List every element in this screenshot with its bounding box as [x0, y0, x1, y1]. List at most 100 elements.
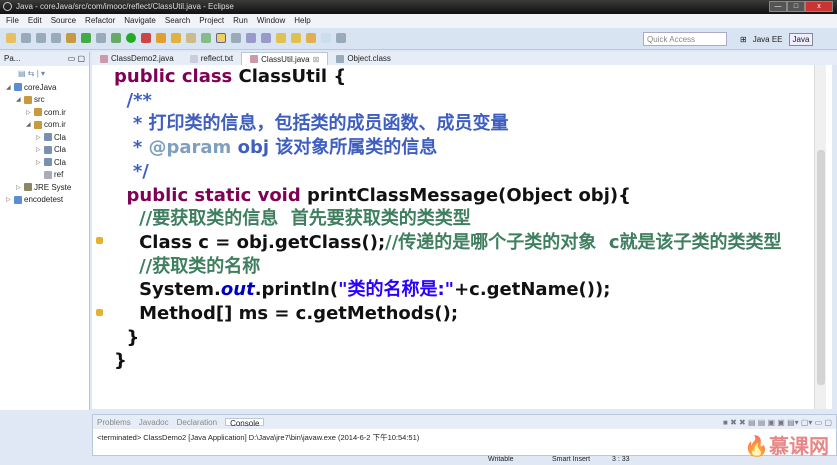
expand-toggle-icon[interactable]: ▷: [6, 196, 12, 203]
forward-icon[interactable]: [321, 33, 331, 43]
perspective-java-ee[interactable]: Java EE: [753, 35, 783, 44]
tree-node-icon: [34, 120, 42, 129]
quick-access-input[interactable]: Quick Access: [643, 32, 727, 46]
new-package-icon[interactable]: [66, 33, 76, 43]
highlight-icon[interactable]: [216, 33, 226, 43]
new-icon[interactable]: [6, 33, 16, 43]
menu-project[interactable]: Project: [199, 16, 224, 26]
menu-run[interactable]: Run: [233, 16, 248, 26]
tab-object-class[interactable]: Object.class: [328, 52, 399, 65]
package-explorer-title[interactable]: Pa...: [4, 54, 20, 64]
tree-item[interactable]: ▷ Cla: [0, 144, 89, 157]
search-icon[interactable]: [186, 33, 196, 43]
javadoc: * 打印类的信息，包括类的成员函数、成员变量: [126, 113, 509, 135]
run-icon[interactable]: [126, 33, 136, 43]
tab-console[interactable]: Console: [225, 418, 265, 428]
external-tools-icon[interactable]: [141, 33, 151, 43]
tree-item[interactable]: ◢ src: [0, 94, 89, 107]
save-all-icon[interactable]: [36, 33, 46, 43]
pin-icon[interactable]: [336, 33, 346, 43]
menu-source[interactable]: Source: [51, 16, 76, 26]
next-annotation-icon[interactable]: [276, 33, 286, 43]
tree-item[interactable]: ◢ coreJava: [0, 81, 89, 94]
expand-toggle-icon[interactable]: ◢: [6, 84, 12, 91]
maximize-button[interactable]: □: [787, 1, 805, 12]
tab-close-icon[interactable]: ⊠: [313, 55, 320, 64]
menu-refactor[interactable]: Refactor: [85, 16, 115, 26]
class-file-icon: [336, 54, 345, 63]
tab-label: Object.class: [347, 54, 391, 63]
block-select-icon[interactable]: [246, 33, 256, 43]
print-icon[interactable]: [51, 33, 61, 43]
expand-toggle-icon[interactable]: ▷: [26, 109, 32, 116]
vertical-scrollbar[interactable]: [814, 65, 826, 409]
expand-toggle-icon[interactable]: ▷: [16, 184, 22, 191]
pilcrow-icon[interactable]: [261, 33, 271, 43]
brace: }: [126, 326, 140, 348]
open-folder-icon[interactable]: [171, 33, 181, 43]
eclipse-logo-icon: [3, 2, 12, 11]
warning-marker-icon[interactable]: [96, 309, 103, 316]
perspective-java[interactable]: Java: [788, 33, 814, 46]
open-perspective-icon[interactable]: ⊞: [740, 35, 747, 44]
warning-marker-icon[interactable]: [96, 237, 103, 244]
text-file-icon: [189, 54, 198, 63]
code-line: public class ClassUtil {: [114, 65, 782, 89]
window-title: Java - coreJava/src/com/imooc/reflect/Cl…: [16, 2, 234, 11]
save-icon[interactable]: [21, 33, 31, 43]
debug-icon[interactable]: [111, 33, 121, 43]
tree-item[interactable]: ◢ com.ir: [0, 119, 89, 132]
tree-item[interactable]: ref: [0, 169, 89, 182]
mark-occurrences-icon[interactable]: [201, 33, 211, 43]
menu-help[interactable]: Help: [294, 16, 310, 26]
menu-edit[interactable]: Edit: [28, 16, 42, 26]
tab-reflect-txt[interactable]: reflect.txt: [182, 52, 241, 65]
javadoc-tag: @param: [148, 137, 232, 159]
code-line: //获取类的名称: [114, 255, 782, 279]
annotation-ruler: [92, 65, 106, 409]
tree-item-label: com.ir: [44, 107, 66, 117]
tab-javadoc[interactable]: Javadoc: [139, 418, 169, 427]
expand-toggle-icon[interactable]: ▷: [36, 159, 42, 166]
back-icon[interactable]: [306, 33, 316, 43]
status-insert-mode: Smart Insert: [552, 456, 591, 463]
menu-navigate[interactable]: Navigate: [124, 16, 156, 26]
tree-node-icon: [14, 83, 22, 92]
tree-item-label: encodetest: [24, 195, 64, 205]
tree-item-label: com.ir: [44, 120, 66, 130]
new-class-icon[interactable]: [81, 33, 91, 43]
close-button[interactable]: x: [805, 1, 833, 12]
code-editor[interactable]: public class ClassUtil { /** * 打印类的信息，包括…: [92, 65, 832, 409]
expand-toggle-icon[interactable]: ▷: [36, 146, 42, 153]
tree-item[interactable]: ▷ Cla: [0, 131, 89, 144]
tab-problems[interactable]: Problems: [97, 418, 131, 427]
toggle-icon[interactable]: [96, 33, 106, 43]
tab-classdemo2[interactable]: ClassDemo2.java: [92, 52, 182, 65]
menu-file[interactable]: File: [6, 16, 19, 26]
open-type-icon[interactable]: [156, 33, 166, 43]
scrollbar-thumb[interactable]: [817, 150, 825, 385]
source-code[interactable]: public class ClassUtil { /** * 打印类的信息，包括…: [114, 65, 782, 373]
title-bar: Java - coreJava/src/com/imooc/reflect/Cl…: [0, 0, 837, 14]
minimize-view-icon[interactable]: ▭ ▢: [68, 54, 85, 64]
tree-item-label: src: [34, 95, 45, 105]
tree-item[interactable]: ▷ JRE Syste: [0, 181, 89, 194]
tree-item-label: Cla: [54, 157, 67, 167]
expand-toggle-icon[interactable]: ◢: [26, 121, 32, 128]
status-bar: Writable Smart Insert 3 : 33: [0, 456, 837, 465]
explorer-toolbar: ▤ ⇆ | ▾: [18, 69, 46, 78]
expand-toggle-icon[interactable]: ▷: [36, 134, 42, 141]
prev-annotation-icon[interactable]: [291, 33, 301, 43]
tab-declaration[interactable]: Declaration: [177, 418, 217, 427]
statement: +c.getName());: [454, 279, 611, 301]
tab-classutil[interactable]: ClassUtil.java ⊠: [241, 52, 329, 65]
expand-toggle-icon[interactable]: ◢: [16, 96, 22, 103]
menu-window[interactable]: Window: [257, 16, 285, 26]
console-output: <terminated> ClassDemo2 [Java Applicatio…: [97, 433, 420, 442]
show-whitespace-icon[interactable]: [231, 33, 241, 43]
minimize-button[interactable]: —: [769, 1, 787, 12]
menu-search[interactable]: Search: [165, 16, 190, 26]
tree-item[interactable]: ▷ com.ir: [0, 106, 89, 119]
tree-item[interactable]: ▷ Cla: [0, 156, 89, 169]
tree-item[interactable]: ▷ encodetest: [0, 194, 89, 207]
